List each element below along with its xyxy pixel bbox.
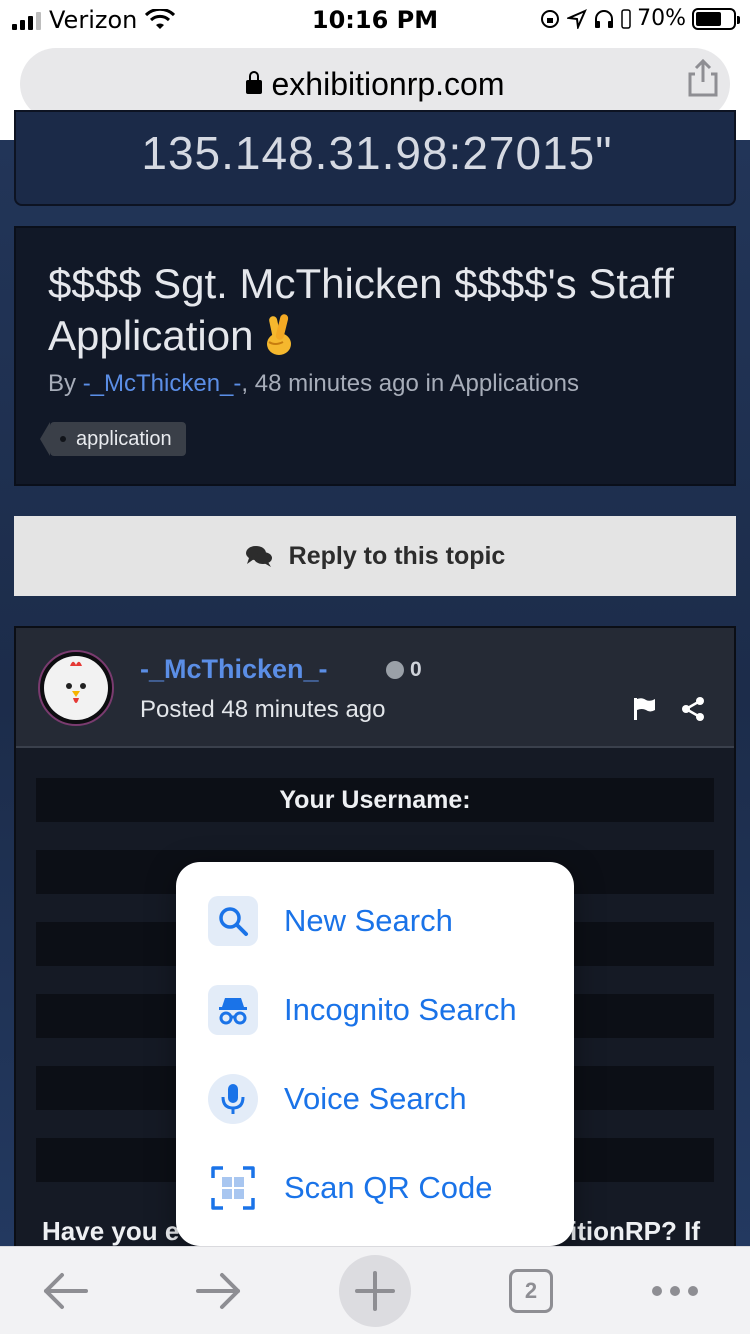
topic-header: $$$$ Sgt. McThicken $$$$'s Staff Applica… <box>14 226 736 486</box>
plus-icon <box>339 1255 411 1327</box>
server-info-panel: 135.148.31.98:27015" <box>14 110 736 206</box>
menu-item-new-search[interactable]: New Search <box>176 876 574 965</box>
battery-percent: 70% <box>637 6 686 31</box>
battery-icon <box>692 7 740 30</box>
orientation-lock-icon <box>541 9 560 28</box>
server-ip: 135.148.31.98:27015" <box>141 127 613 179</box>
bottom-toolbar: 2 <box>0 1246 750 1334</box>
flag-icon[interactable] <box>632 696 658 722</box>
status-bar: Verizon 10:16 PM 70% <box>0 0 750 40</box>
topic-byline: By -_McThicken_-, 48 minutes ago in Appl… <box>48 370 579 397</box>
url-text: exhibitionrp.com <box>271 65 505 102</box>
post-timestamp: Posted 48 minutes ago <box>140 696 386 723</box>
tag-dot <box>60 436 66 442</box>
phone-icon <box>621 8 631 29</box>
more-menu-button[interactable] <box>640 1247 710 1334</box>
microphone-icon <box>208 1073 258 1124</box>
share-icon[interactable] <box>686 58 720 98</box>
topic-title: $$$$ Sgt. McThicken $$$$'s Staff Applica… <box>48 260 674 359</box>
chicken-avatar-icon <box>44 656 108 720</box>
more-icon <box>652 1286 698 1296</box>
crossed-fingers-icon <box>267 314 292 355</box>
qr-scan-icon <box>208 1163 258 1213</box>
menu-item-scan-qr-code[interactable]: Scan QR Code <box>176 1143 574 1232</box>
location-icon <box>567 8 588 29</box>
question-text-left: Have you e <box>42 1216 180 1246</box>
tag-application[interactable]: application <box>40 422 186 456</box>
question-text-right: itionRP? If <box>570 1216 700 1246</box>
menu-item-voice-search[interactable]: Voice Search <box>176 1054 574 1143</box>
search-icon <box>208 895 258 946</box>
back-arrow-icon <box>44 1273 88 1309</box>
reputation-dot <box>386 661 404 679</box>
share-icon[interactable] <box>680 696 706 722</box>
headphones-icon <box>595 9 614 28</box>
back-button[interactable] <box>30 1247 100 1334</box>
topic-author-link[interactable]: -_McThicken_- <box>83 370 242 397</box>
status-indicators: 70% <box>539 6 740 31</box>
new-tab-button[interactable] <box>339 1247 411 1334</box>
comments-icon <box>245 546 272 567</box>
search-menu-popup: New Search Incognito Search Voice Search <box>176 862 574 1246</box>
incognito-icon <box>208 984 258 1035</box>
tab-count: 2 <box>509 1269 553 1313</box>
reputation-badge: 0 <box>386 658 422 682</box>
avatar[interactable] <box>38 650 114 726</box>
tab-switcher-button[interactable]: 2 <box>506 1247 556 1334</box>
forward-arrow-icon <box>196 1273 240 1309</box>
forward-button[interactable] <box>184 1247 254 1334</box>
post-author-link[interactable]: -_McThicken_- <box>140 654 328 685</box>
reply-button[interactable]: Reply to this topic <box>14 516 736 596</box>
username-label-row: Your Username: <box>36 778 714 822</box>
lock-icon <box>245 71 262 94</box>
post-header: -_McThicken_- 0 Posted 48 minutes ago <box>16 628 734 748</box>
menu-item-incognito-search[interactable]: Incognito Search <box>176 965 574 1054</box>
